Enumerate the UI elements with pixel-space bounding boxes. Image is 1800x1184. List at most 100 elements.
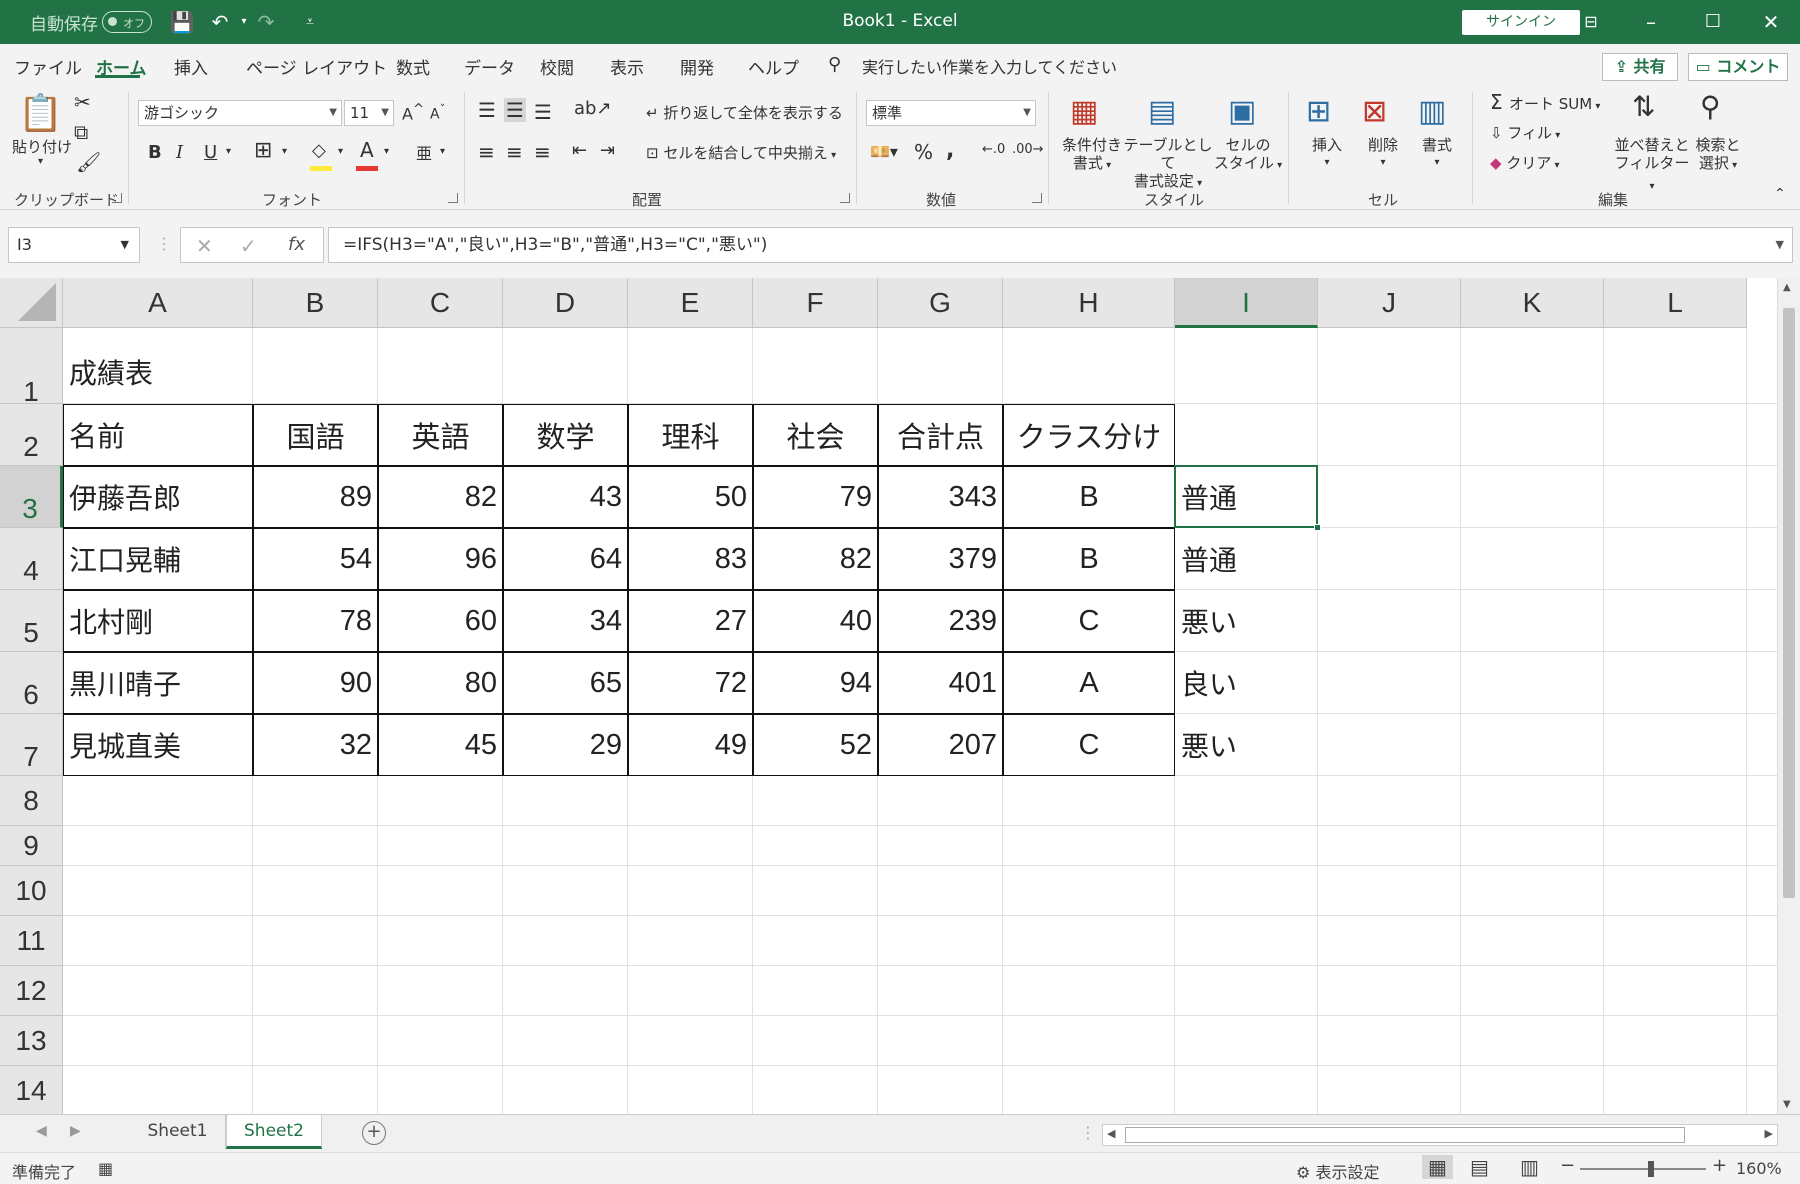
row-header-8[interactable]: 8 <box>0 776 63 826</box>
add-sheet-icon[interactable]: + <box>362 1121 386 1145</box>
row-header-6[interactable]: 6 <box>0 652 63 714</box>
cell-D7[interactable]: 29 <box>503 714 628 776</box>
cell-F5[interactable]: 40 <box>753 590 878 652</box>
page-break-view-icon[interactable]: ▥ <box>1520 1155 1539 1179</box>
borders-icon[interactable]: ⊞ <box>254 138 272 163</box>
vertical-scroll-thumb[interactable] <box>1783 308 1795 898</box>
row-header-9[interactable]: 9 <box>0 826 63 866</box>
merge-center-button[interactable]: ⊡ セルを結合して中央揃え ▾ <box>646 142 836 163</box>
column-header-h[interactable]: H <box>1003 278 1175 328</box>
cell-G4[interactable]: 379 <box>878 528 1003 590</box>
name-box[interactable]: I3 ▼ <box>8 227 140 263</box>
borders-dropdown-icon[interactable]: ▾ <box>282 146 287 157</box>
format-as-table-icon[interactable]: ▤ <box>1148 94 1176 129</box>
cell-G5[interactable]: 239 <box>878 590 1003 652</box>
align-bottom-icon[interactable]: ☰ <box>534 100 552 124</box>
align-left-icon[interactable]: ≡ <box>478 140 495 164</box>
paste-label[interactable]: 貼り付け <box>10 138 74 156</box>
cell-E3[interactable]: 50 <box>628 466 753 528</box>
copy-icon[interactable]: ⧉ <box>74 120 88 144</box>
increase-decimal-icon[interactable]: ←.0 <box>982 142 1005 157</box>
cell-H4[interactable]: B <box>1003 528 1175 590</box>
column-header-a[interactable]: A <box>63 278 253 328</box>
maximize-button[interactable]: ☐ <box>1684 0 1742 44</box>
font-color-icon[interactable]: A <box>360 138 374 162</box>
horizontal-scrollbar[interactable]: ◀ ▶ <box>1102 1124 1778 1146</box>
macro-record-icon[interactable]: ▦ <box>98 1159 113 1178</box>
font-color-dropdown-icon[interactable]: ▾ <box>384 146 389 157</box>
row-header-4[interactable]: 4 <box>0 528 63 590</box>
fill-color-icon[interactable]: ◇ <box>312 140 326 161</box>
tab-insert[interactable]: 挿入 <box>174 54 208 79</box>
cell-F3[interactable]: 79 <box>753 466 878 528</box>
cell-H6[interactable]: A <box>1003 652 1175 714</box>
cell-D6[interactable]: 65 <box>503 652 628 714</box>
align-top-icon[interactable]: ☰ <box>478 98 496 122</box>
cell-G2[interactable]: 合計点 <box>878 404 1003 466</box>
normal-view-icon[interactable]: ▦ <box>1422 1155 1453 1179</box>
cell-C7[interactable]: 45 <box>378 714 503 776</box>
paste-icon[interactable]: 📋 <box>18 92 63 134</box>
cell-E4[interactable]: 83 <box>628 528 753 590</box>
cell-B5[interactable]: 78 <box>253 590 378 652</box>
number-launcher-icon[interactable] <box>1032 193 1042 203</box>
cell-I6[interactable]: 良い <box>1175 652 1318 714</box>
cell-E5[interactable]: 27 <box>628 590 753 652</box>
split-handle-icon[interactable]: ⋮ <box>1080 1123 1096 1142</box>
insert-cells-button[interactable]: 挿入 ▾ <box>1302 136 1352 172</box>
display-settings-button[interactable]: ⚙ 表示設定 <box>1296 1159 1379 1183</box>
cell-A6[interactable]: 黒川晴子 <box>63 652 253 714</box>
page-layout-view-icon[interactable]: ▤ <box>1470 1155 1489 1179</box>
scroll-right-icon[interactable]: ▶ <box>1765 1127 1773 1140</box>
column-header-f[interactable]: F <box>753 278 878 328</box>
clipboard-launcher-icon[interactable] <box>112 193 122 203</box>
tell-me-input[interactable]: 実行したい作業を入力してください <box>862 54 1117 78</box>
cell-F2[interactable]: 社会 <box>753 404 878 466</box>
cell-styles-icon[interactable]: ▣ <box>1228 94 1256 129</box>
cell-styles-button[interactable]: セルの スタイル ▾ <box>1212 136 1284 175</box>
tab-data[interactable]: データ <box>464 54 515 79</box>
cell-B2[interactable]: 国語 <box>253 404 378 466</box>
cell-F7[interactable]: 52 <box>753 714 878 776</box>
italic-icon[interactable]: I <box>176 142 183 163</box>
prev-sheet-icon[interactable]: ◀ <box>36 1123 47 1139</box>
cell-G7[interactable]: 207 <box>878 714 1003 776</box>
underline-icon[interactable]: U <box>204 142 217 163</box>
cell-I3[interactable]: 普通 <box>1175 466 1318 528</box>
scroll-left-icon[interactable]: ◀ <box>1107 1127 1115 1140</box>
column-header-l[interactable]: L <box>1604 278 1747 328</box>
cell-D3[interactable]: 43 <box>503 466 628 528</box>
insert-cells-icon[interactable]: ⊞ <box>1306 94 1331 129</box>
cell-E7[interactable]: 49 <box>628 714 753 776</box>
increase-indent-icon[interactable]: ⇥ <box>600 140 615 161</box>
cell-G6[interactable]: 401 <box>878 652 1003 714</box>
cell-F4[interactable]: 82 <box>753 528 878 590</box>
column-header-b[interactable]: B <box>253 278 378 328</box>
tab-developer[interactable]: 開発 <box>680 54 714 79</box>
horizontal-scroll-thumb[interactable] <box>1125 1127 1685 1143</box>
cell-A7[interactable]: 見城直美 <box>63 714 253 776</box>
find-select-button[interactable]: 検索と 選択 ▾ <box>1690 136 1746 175</box>
bold-icon[interactable]: B <box>148 142 162 163</box>
format-painter-icon[interactable]: 🖌 <box>76 150 101 174</box>
worksheet-grid[interactable]: A B C D E F G H I J K L 1 2 3 4 5 6 7 8 9 10 11 12 13 14 成績表 名前 国語 英語… <box>0 278 1800 1114</box>
orientation-icon[interactable]: ab↗ <box>574 98 612 119</box>
font-name-select[interactable]: 游ゴシック ▼ <box>138 100 342 126</box>
conditional-format-icon[interactable]: ▦ <box>1070 94 1098 129</box>
next-sheet-icon[interactable]: ▶ <box>70 1123 81 1139</box>
autosum-button[interactable]: Σ オート SUM ▾ <box>1490 90 1600 114</box>
minimize-button[interactable]: – <box>1622 0 1680 44</box>
find-icon[interactable]: ⚲ <box>1700 90 1721 123</box>
zoom-slider-thumb[interactable] <box>1648 1161 1654 1177</box>
align-middle-icon[interactable]: ☰ <box>504 98 526 122</box>
decrease-decimal-icon[interactable]: .00→ <box>1012 142 1044 157</box>
percent-icon[interactable]: % <box>914 140 933 164</box>
row-header-7[interactable]: 7 <box>0 714 63 776</box>
cell-A5[interactable]: 北村剛 <box>63 590 253 652</box>
number-format-select[interactable]: 標準 ▼ <box>866 100 1036 126</box>
select-all-button[interactable] <box>0 278 63 328</box>
align-center-icon[interactable]: ≡ <box>506 140 523 164</box>
zoom-out-icon[interactable]: − <box>1560 1155 1575 1176</box>
column-header-i[interactable]: I <box>1175 278 1318 328</box>
comma-icon[interactable]: , <box>946 138 954 163</box>
